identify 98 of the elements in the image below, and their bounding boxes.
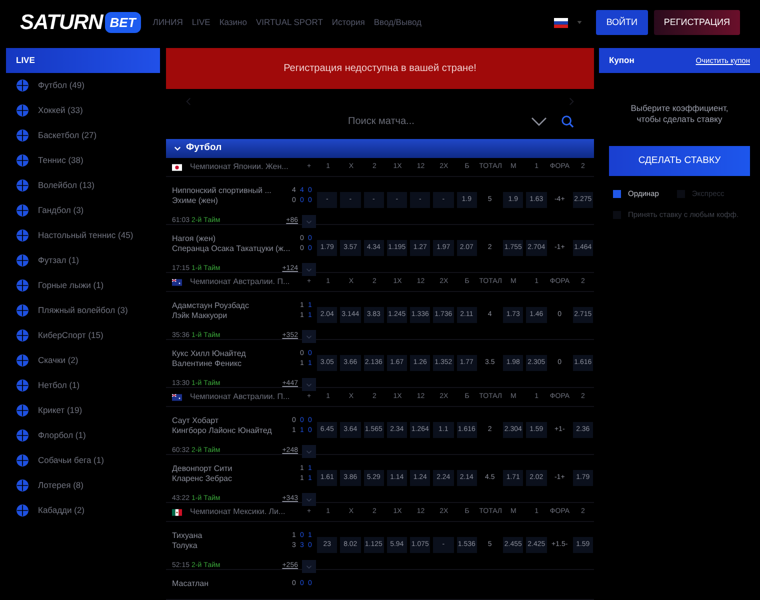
ball-icon: [16, 179, 29, 192]
league-name: Чемпионат Японии. Жен...: [190, 161, 288, 173]
chevron-icon: [306, 220, 312, 224]
ball-icon: [16, 354, 29, 367]
ball-icon: [16, 229, 29, 242]
expand-button[interactable]: [302, 378, 316, 391]
ball-icon: [16, 429, 29, 442]
sport-link[interactable]: Нетбол (1): [38, 379, 80, 392]
nav-link[interactable]: История: [332, 16, 365, 29]
nav-link[interactable]: VIRTUAL SPORT: [256, 16, 323, 29]
expand-button[interactable]: [302, 330, 316, 343]
radio-box[interactable]: [613, 190, 621, 198]
ball-icon: [16, 129, 29, 142]
section-header[interactable]: Футбол: [166, 139, 594, 158]
ball-icon: [16, 454, 29, 467]
chevron-icon: [306, 334, 312, 338]
sport-link[interactable]: Крикет (19): [38, 404, 82, 417]
team-name: Кингборо Лайонс Юнайтед: [172, 425, 272, 437]
live-header: LIVE: [6, 48, 160, 73]
league-name: Чемпионат Австралии. П...: [190, 391, 290, 403]
nav-link[interactable]: ЛИНИЯ: [152, 16, 183, 29]
expand-button[interactable]: [302, 215, 316, 228]
ball-icon: [16, 304, 29, 317]
place-bet-button[interactable]: СДЕЛАТЬ СТАВКУ: [609, 146, 750, 176]
flag-icon: [172, 278, 182, 286]
team-name: Девонпорт Сити: [172, 463, 232, 475]
sport-link[interactable]: КиберСпорт (15): [38, 329, 104, 342]
notice-banner: Регистрация недоступна в вашей стране!: [166, 48, 594, 89]
expand-button[interactable]: [302, 560, 316, 573]
chevron-icon: [306, 498, 312, 502]
ball-icon: [16, 279, 29, 292]
expand-button[interactable]: [302, 263, 316, 276]
ball-icon: [16, 254, 29, 267]
coupon-hint: Выберите коэффициент, чтобы сделать ставку: [630, 103, 730, 125]
chevron-down-icon[interactable]: [531, 117, 547, 126]
sport-link[interactable]: Скачки (2): [38, 354, 78, 367]
chevron-icon: [174, 146, 181, 151]
chevron-right-icon[interactable]: [569, 96, 574, 106]
team-name: Валентине Феникс: [172, 358, 242, 370]
chevron-icon: [306, 382, 312, 386]
flag-icon: [172, 164, 182, 170]
team-name: Адамстаун Роузбадс: [172, 300, 249, 312]
login-button[interactable]: ВОЙТИ: [596, 10, 648, 35]
team-name: Кларенс Зебрас: [172, 473, 232, 485]
ball-icon: [16, 504, 29, 517]
coupon-title: Купон: [609, 54, 634, 67]
league-name: Чемпионат Австралии. П...: [190, 276, 290, 288]
nav-link[interactable]: LIVE: [192, 16, 210, 29]
sport-link[interactable]: Волейбол (13): [38, 179, 94, 192]
sport-link[interactable]: Настольный теннис (45): [38, 229, 134, 242]
ball-icon: [16, 79, 29, 92]
chevron-icon: [306, 268, 312, 272]
ball-icon: [16, 329, 29, 342]
team-name: Сперанца Осака Такатцуки (ж...: [172, 243, 290, 255]
flag-icon[interactable]: [554, 18, 568, 28]
league-name: Чемпионат Мексики. Ли...: [190, 506, 286, 518]
sport-link[interactable]: Хоккей (33): [38, 104, 83, 117]
expand-button[interactable]: [302, 445, 316, 458]
ball-icon: [16, 404, 29, 417]
sport-link[interactable]: Футбол (49): [38, 79, 84, 92]
team-name: Кукс Хилл Юнайтед: [172, 348, 246, 360]
sport-link[interactable]: Собачьи бега (1): [38, 454, 104, 467]
chevron-icon: [306, 564, 312, 568]
team-name: Масатлан: [172, 578, 208, 590]
sport-link[interactable]: Горные лыжи (1): [38, 279, 104, 292]
team-name: Саут Хобарт: [172, 415, 219, 427]
ball-icon: [16, 479, 29, 492]
sport-link[interactable]: Баскетбол (27): [38, 129, 97, 142]
logo-text: SATURN: [20, 10, 103, 36]
ball-icon: [16, 104, 29, 117]
team-name: Нагоя (жен): [172, 233, 216, 245]
flag-icon: [172, 394, 182, 400]
expand-button[interactable]: [302, 493, 316, 506]
chevron-icon: [306, 450, 312, 454]
search-field[interactable]: Поиск матча...: [348, 114, 528, 130]
sport-link[interactable]: Гандбол (3): [38, 204, 84, 217]
flag-icon: [172, 508, 182, 516]
sport-link[interactable]: Флорбол (1): [38, 429, 86, 442]
sport-link[interactable]: Пляжный волейбол (3): [38, 304, 128, 317]
team-name: Толука: [172, 540, 198, 552]
ball-icon: [16, 154, 29, 167]
register-button[interactable]: РЕГИСТРАЦИЯ: [654, 10, 740, 35]
caret-icon[interactable]: [576, 21, 582, 24]
sport-link[interactable]: Футзал (1): [38, 254, 79, 267]
team-name: Тихуана: [172, 530, 202, 542]
ball-icon: [16, 204, 29, 217]
team-name: Эхиме (жен): [172, 195, 218, 207]
ball-icon: [16, 379, 29, 392]
chevron-left-icon[interactable]: [186, 96, 191, 106]
nav-link[interactable]: Ввод/Вывод: [374, 16, 422, 29]
team-name: Лэйк Маккуори: [172, 310, 228, 322]
sport-link[interactable]: Лотерея (8): [38, 479, 84, 492]
sport-link[interactable]: Кабадди (2): [38, 504, 84, 517]
sport-link[interactable]: Теннис (38): [38, 154, 84, 167]
nav-link[interactable]: Казино: [219, 16, 247, 29]
search-icon[interactable]: [561, 115, 574, 128]
logo-badge: BET: [104, 12, 141, 34]
team-name: Ниппонский спортивный ...: [172, 185, 272, 197]
